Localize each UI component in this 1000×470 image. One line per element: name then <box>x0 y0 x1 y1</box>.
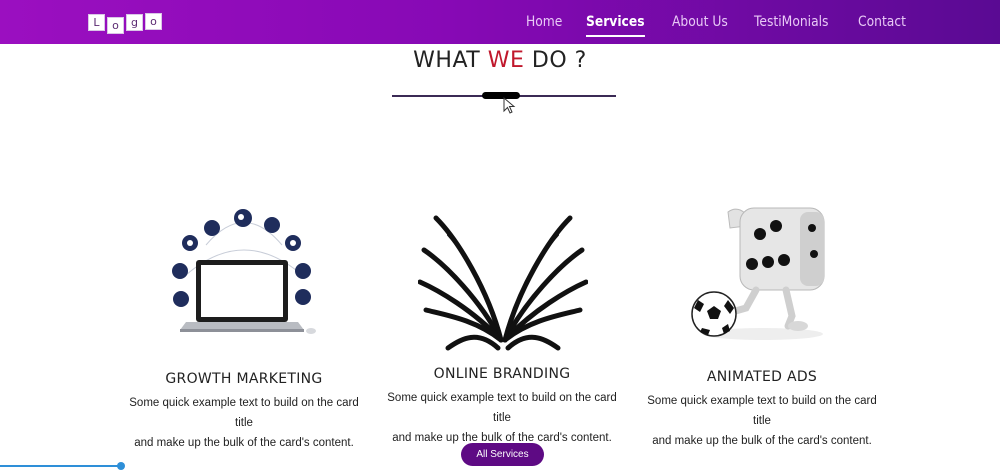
nav-link-testimonials[interactable]: TestiMonials <box>754 0 828 44</box>
logo[interactable]: L o g o <box>88 13 162 34</box>
nav-link-services[interactable]: Services <box>585 0 645 44</box>
mouse-cursor-icon <box>503 97 516 114</box>
logo-letter: L <box>88 14 105 31</box>
card-text: Some quick example text to build on the … <box>642 391 882 451</box>
logo-letter: g <box>126 14 143 31</box>
service-card: ANIMATED ADS Some quick example text to … <box>642 369 882 451</box>
butterfly-logo-icon <box>418 215 588 351</box>
scroll-progress-bar <box>0 465 122 467</box>
service-card: GROWTH MARKETING Some quick example text… <box>124 371 364 453</box>
nav-links: Home Services About Us TestiMonials Cont… <box>507 0 912 44</box>
card-text-line: Some quick example text to build on the … <box>387 392 617 424</box>
nav-link-home[interactable]: Home <box>526 0 562 44</box>
card-text-line: Some quick example text to build on the … <box>129 397 359 429</box>
title-part-1: WHAT <box>413 48 488 73</box>
card-text-line: and make up the bulk of the card's conte… <box>134 437 354 449</box>
nav-link-contact[interactable]: Contact <box>858 0 906 44</box>
card-text-line: Some quick example text to build on the … <box>647 395 877 427</box>
logo-letter: o <box>107 17 124 34</box>
card-title: ONLINE BRANDING <box>433 366 571 382</box>
dice-character-icon <box>691 207 825 340</box>
card-title: GROWTH MARKETING <box>165 371 323 387</box>
navbar: L o g o Home Services About Us TestiMoni… <box>0 0 1000 44</box>
logo-letter: o <box>145 13 162 30</box>
all-services-button[interactable]: All Services <box>461 443 544 466</box>
card-text: Some quick example text to build on the … <box>124 393 364 453</box>
card-text: Some quick example text to build on the … <box>382 388 622 448</box>
card-title: ANIMATED ADS <box>706 369 818 385</box>
card-text-line: and make up the bulk of the card's conte… <box>652 435 872 447</box>
scroll-progress-handle[interactable] <box>117 462 125 470</box>
service-card: ONLINE BRANDING Some quick example text … <box>382 366 622 448</box>
section-title: WHAT WE DO ? <box>0 48 1000 73</box>
laptop-network-icon <box>172 209 316 334</box>
title-part-2: DO ? <box>524 48 587 73</box>
title-accent: WE <box>487 48 525 73</box>
nav-link-about-us[interactable]: About Us <box>672 0 728 44</box>
